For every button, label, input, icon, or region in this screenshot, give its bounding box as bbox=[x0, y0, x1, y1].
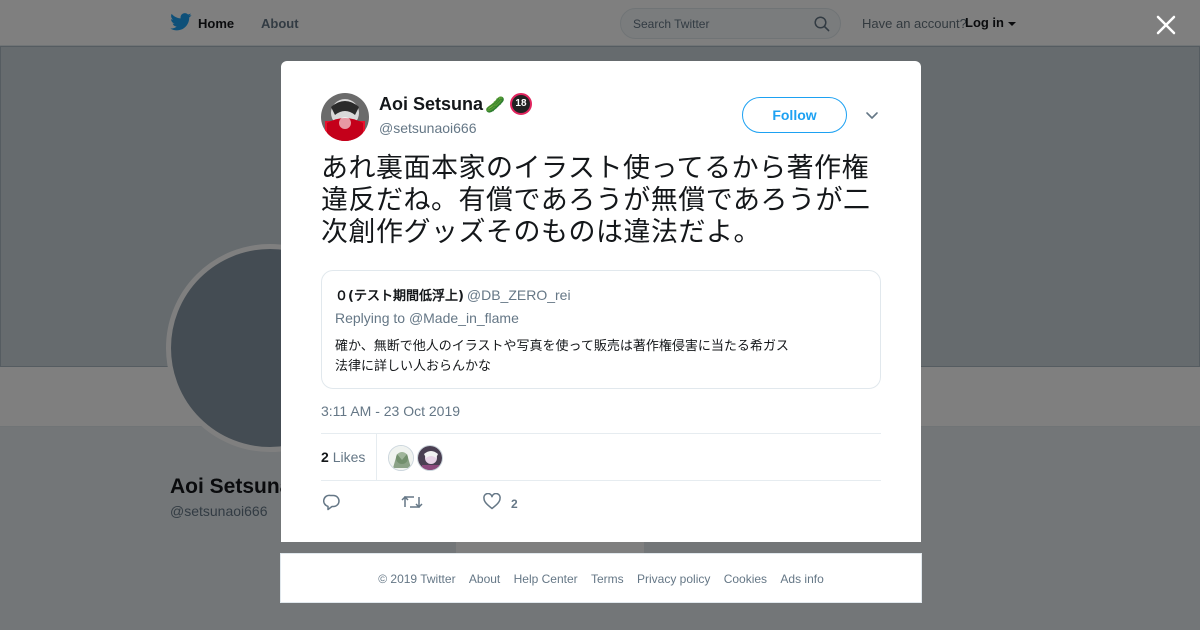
follow-button[interactable]: Follow bbox=[742, 97, 847, 133]
footer-link-help-center[interactable]: Help Center bbox=[514, 572, 578, 586]
likes-count: 2 bbox=[321, 449, 329, 465]
reply-icon bbox=[322, 493, 341, 516]
author-name: Aoi Setsuna bbox=[379, 93, 484, 114]
quoted-body-line: 確か、無断で他人のイラストや写真を使って販売は著作権侵害に当たる希ガス bbox=[335, 339, 789, 354]
author-handle[interactable]: @setsunaoi666 bbox=[379, 120, 477, 136]
tweet-timestamp[interactable]: 3:11 AM - 23 Oct 2019 bbox=[321, 403, 460, 419]
footer-link-ads-info[interactable]: Ads info bbox=[780, 572, 823, 586]
footer-copyright: © 2019 Twitter bbox=[378, 572, 456, 586]
quoted-replying-to: Replying to @Made_in_flame bbox=[335, 310, 519, 326]
tweet-stats: 2 Likes bbox=[321, 433, 881, 481]
footer-links: © 2019 Twitter About Help Center Terms P… bbox=[281, 572, 921, 586]
modal-footer: © 2019 Twitter About Help Center Terms P… bbox=[280, 553, 922, 603]
heart-icon bbox=[483, 492, 501, 515]
quoted-body: 確か、無断で他人のイラストや写真を使って販売は著作権侵害に当たる希ガス 法律に詳… bbox=[335, 337, 865, 377]
like-count: 2 bbox=[511, 497, 518, 511]
close-icon[interactable] bbox=[1153, 12, 1179, 38]
like-button[interactable]: 2 bbox=[483, 492, 518, 515]
tweet-actions: 2 bbox=[321, 491, 881, 515]
footer-link-terms[interactable]: Terms bbox=[591, 572, 624, 586]
cucumber-emoji: 🥒 bbox=[485, 94, 505, 114]
chevron-down-icon[interactable] bbox=[865, 108, 879, 126]
liker-avatar[interactable] bbox=[388, 445, 414, 471]
footer-link-cookies[interactable]: Cookies bbox=[724, 572, 767, 586]
quoted-tweet[interactable]: ０(テスト期間低浮上) @DB_ZERO_rei Replying to @Mad… bbox=[321, 270, 881, 389]
quoted-author-name: ０(テスト期間低浮上) bbox=[335, 289, 464, 304]
quoted-body-line: 法律に詳しい人おらんかな bbox=[335, 359, 492, 374]
reply-button[interactable] bbox=[322, 493, 341, 516]
likes-label: Likes bbox=[332, 449, 366, 465]
retweet-button[interactable] bbox=[401, 493, 423, 516]
footer-link-privacy[interactable]: Privacy policy bbox=[637, 572, 710, 586]
replying-prefix: Replying to bbox=[335, 310, 406, 326]
author-name-row[interactable]: Aoi Setsuna 🥒 18 bbox=[379, 93, 532, 115]
replying-to-handle[interactable]: @Made_in_flame bbox=[409, 310, 519, 326]
stats-divider bbox=[376, 434, 377, 481]
adult-18-badge: 18 bbox=[509, 93, 532, 115]
tweet-text: あれ裏面本家のイラスト使ってるから著作権違反だね。有償であろうが無償であろうが二… bbox=[321, 153, 871, 248]
author-avatar[interactable] bbox=[321, 93, 369, 141]
tweet-modal: Aoi Setsuna 🥒 18 @setsunaoi666 Follow あれ… bbox=[281, 61, 921, 542]
liker-avatar[interactable] bbox=[417, 445, 443, 471]
likes-stat[interactable]: 2 Likes bbox=[321, 449, 365, 465]
quoted-header: ０(テスト期間低浮上) @DB_ZERO_rei bbox=[335, 285, 571, 304]
quoted-author-handle: @DB_ZERO_rei bbox=[466, 287, 571, 303]
footer-link-about[interactable]: About bbox=[469, 572, 500, 586]
retweet-icon bbox=[401, 493, 423, 516]
